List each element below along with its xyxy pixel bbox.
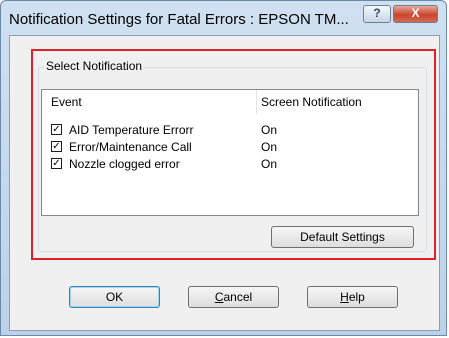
highlight-frame: [31, 49, 436, 260]
help-label: elp: [348, 290, 365, 304]
close-icon[interactable]: X: [393, 5, 438, 23]
cancel-label: ancel: [223, 290, 253, 304]
help-icon[interactable]: ?: [363, 5, 391, 23]
help-mnemonic: H: [340, 290, 349, 304]
window-title: Notification Settings for Fatal Errors :…: [9, 11, 349, 28]
ok-button[interactable]: OK: [69, 286, 160, 308]
cancel-button[interactable]: Cancel: [188, 286, 279, 308]
title-bar[interactable]: Notification Settings for Fatal Errors :…: [1, 1, 448, 35]
help-button[interactable]: Help: [307, 286, 398, 308]
